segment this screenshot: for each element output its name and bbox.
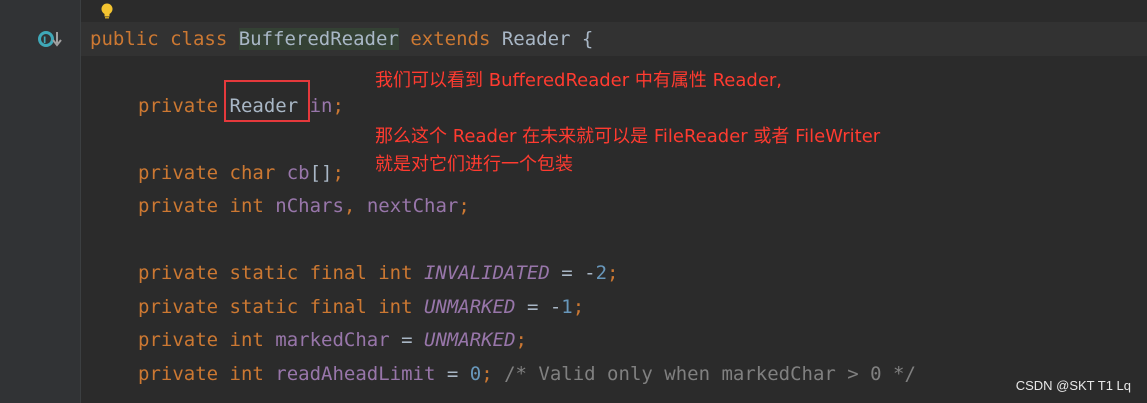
code-token: INVALIDATED — [423, 262, 550, 284]
code-token: private — [138, 95, 230, 117]
annotation-line-3: 就是对它们进行一个包装 — [375, 154, 573, 175]
code-token: cb — [286, 162, 310, 184]
code-token: = — [435, 363, 470, 385]
code-token: ; — [572, 296, 585, 318]
code-token: private int — [138, 363, 276, 385]
code-token: private static final int — [138, 262, 424, 284]
code-token: readAheadLimit — [275, 363, 436, 385]
code-token: ; — [607, 262, 619, 284]
code-token: public class — [90, 28, 239, 50]
code-line-readaheadlimit: private int readAheadLimit = 0; /* Valid… — [138, 357, 916, 391]
implemented-override-icon[interactable]: I — [38, 28, 64, 50]
code-token: ; — [515, 329, 527, 351]
code-line-cb-field: private char cb[]; — [138, 156, 344, 190]
code-token: nextChar — [366, 195, 459, 217]
code-line-invalidated: private static final int INVALIDATED = -… — [138, 256, 619, 290]
code-line-nchars-field: private int nChars, nextChar; — [138, 189, 470, 223]
code-token: ; — [458, 195, 470, 217]
code-token: in — [309, 95, 333, 117]
annotation-highlight-box — [224, 80, 310, 122]
lightbulb-icon[interactable] — [98, 2, 116, 20]
code-token: ; — [481, 363, 505, 385]
code-token: private int — [138, 329, 276, 351]
gutter-separator — [80, 0, 81, 403]
code-token: ; — [332, 162, 344, 184]
annotation-line-2: 那么这个 Reader 在未来就可以是 FileReader 或者 FileWr… — [375, 126, 881, 147]
code-token: = — [389, 329, 424, 351]
code-token: extends — [398, 28, 502, 50]
editor-gutter — [0, 0, 80, 403]
code-token: [] — [309, 162, 333, 184]
svg-text:I: I — [43, 36, 46, 46]
code-token: UNMARKED — [424, 329, 516, 351]
code-token: nChars — [275, 195, 344, 217]
code-token: UNMARKED — [423, 296, 516, 318]
code-token: private char — [138, 162, 287, 184]
code-token: 0 — [469, 363, 482, 385]
code-token: 2 — [595, 262, 608, 284]
code-line-markedchar: private int markedChar = UNMARKED; — [138, 323, 527, 357]
code-token: markedChar — [275, 329, 390, 351]
code-token: , — [343, 195, 367, 217]
code-token: Reader { — [501, 28, 594, 50]
annotation-line-1: 我们可以看到 BufferedReader 中有属性 Reader, — [375, 70, 783, 91]
code-token: 1 — [561, 296, 573, 318]
code-token: ; — [332, 95, 344, 117]
code-line-unmarked: private static final int UNMARKED = -1; — [138, 290, 584, 324]
code-token: = - — [549, 262, 596, 284]
watermark: CSDN @SKT T1 Lq — [1015, 378, 1131, 393]
code-token: private static final int — [138, 296, 424, 318]
code-line-class-decl: public class BufferedReader extends Read… — [90, 22, 593, 56]
code-token: = - — [515, 296, 562, 318]
code-token: private int — [138, 195, 276, 217]
code-token: BufferedReader — [238, 28, 399, 50]
code-token: /* Valid only when markedChar > 0 */ — [504, 363, 916, 385]
